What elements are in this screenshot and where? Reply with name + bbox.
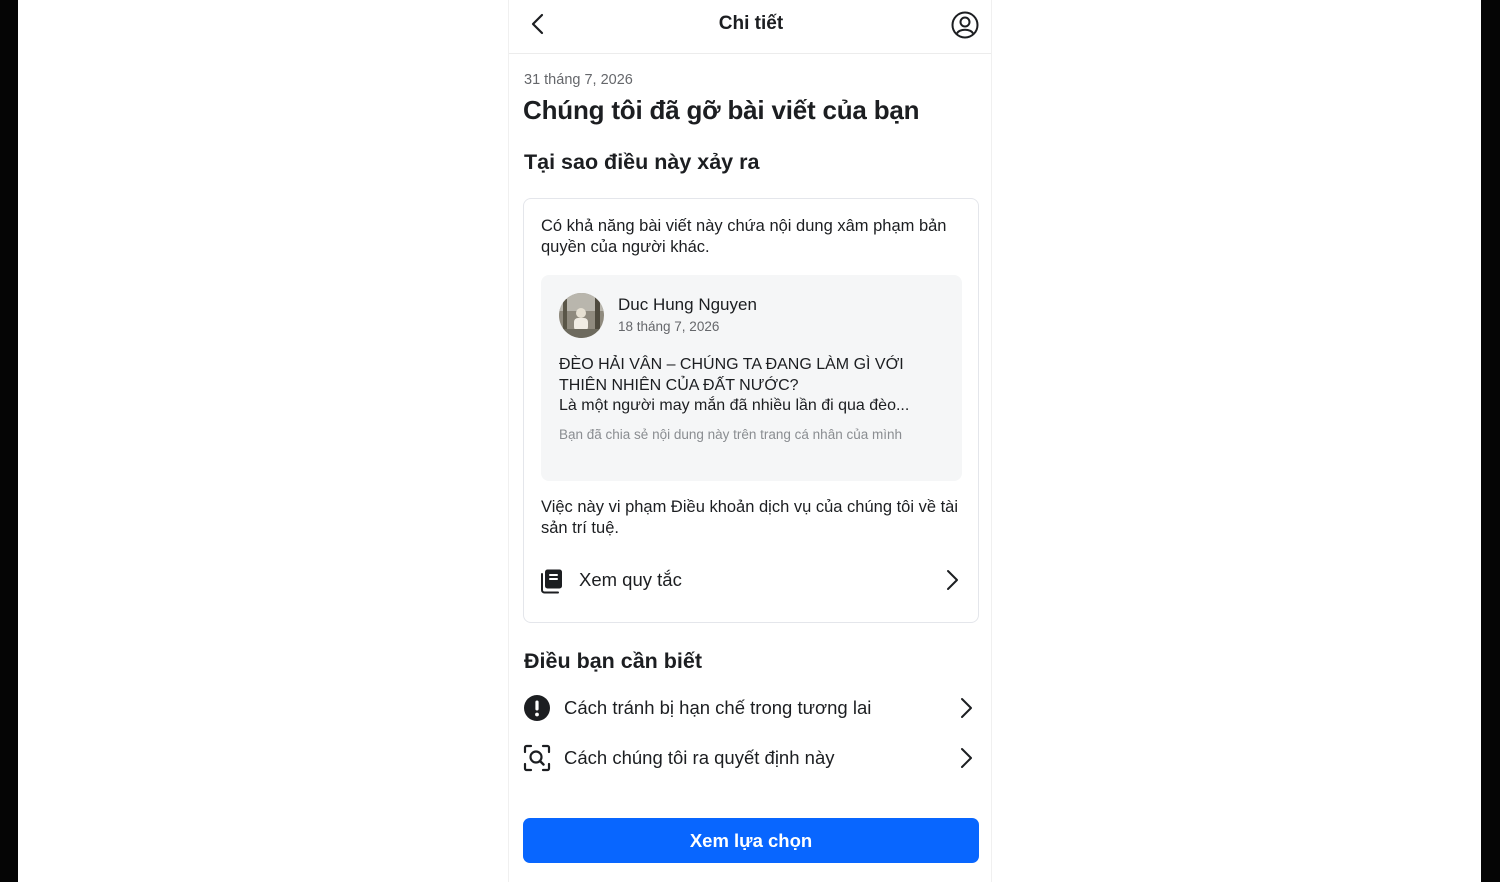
removed-post-preview: Duc Hung Nguyen 18 tháng 7, 2026 ĐÈO HẢI… [541,275,962,481]
phone-screen: Chi tiết 31 tháng 7, 2026 Chúng tôi đã g… [508,0,992,882]
post-author: Duc Hung Nguyen [618,295,757,314]
notice-date: 31 tháng 7, 2026 [524,72,633,88]
page-title: Chi tiết [718,13,784,34]
avatar [559,293,604,338]
scan-search-icon [523,744,551,772]
account-button[interactable] [950,10,980,40]
how-we-decided-label: Cách chúng tôi ra quyết định này [564,747,835,768]
alert-circle-icon [524,695,550,721]
reason-card: Có khả năng bài viết này chứa nội dung x… [523,198,979,623]
notice-headline: Chúng tôi đã gỡ bài viết của bạn [523,95,920,125]
chevron-right-icon [961,698,972,718]
left-letterbox [0,0,18,882]
view-rules-link[interactable]: Xem quy tắc [524,556,977,606]
book-icon [541,569,562,594]
post-text-line: ĐÈO HẢI VÂN – CHÚNG TA ĐANG LÀM GÌ VỚI [559,356,904,373]
post-text-line: THIÊN NHIÊN CỦA ĐẤT NƯỚC? [559,376,799,394]
share-note: Bạn đã chia sẻ nội dung này trên trang c… [559,427,902,442]
right-letterbox [1481,0,1500,882]
view-rules-label: Xem quy tắc [579,569,682,590]
post-text-line: Là một người may mắn đã nhiều lần đi qua… [559,397,910,414]
avoid-restrictions-link[interactable]: Cách tránh bị hạn chế trong tương lai [509,685,991,731]
avoid-restrictions-label: Cách tránh bị hạn chế trong tương lai [564,697,872,718]
post-text: ĐÈO HẢI VÂN – CHÚNG TA ĐANG LÀM GÌ VỚI T… [559,355,954,417]
post-date: 18 tháng 7, 2026 [618,319,720,334]
chevron-right-icon [961,748,972,768]
chevron-right-icon [947,570,958,590]
top-navigation-bar: Chi tiết [509,0,991,54]
user-circle-icon [951,11,979,39]
why-section-title: Tại sao điều này xảy ra [524,150,760,174]
how-we-decided-link[interactable]: Cách chúng tôi ra quyết định này [509,735,991,781]
see-options-button[interactable]: Xem lựa chọn [523,818,979,863]
know-section-title: Điều bạn cần biết [524,649,703,673]
reason-description: Có khả năng bài viết này chứa nội dung x… [541,217,947,256]
violation-text: Việc này vi phạm Điều khoản dịch vụ của … [541,498,959,537]
